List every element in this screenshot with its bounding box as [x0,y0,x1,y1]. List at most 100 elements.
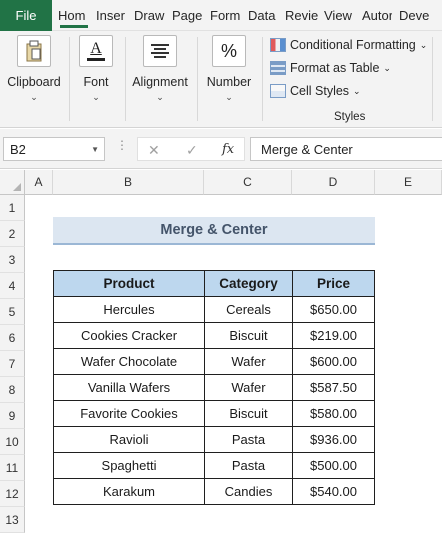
category-cell[interactable]: Wafer [204,348,293,375]
chevron-down-icon: ⌄ [353,85,361,96]
row-header-11[interactable]: 11 [0,455,25,481]
product-cell[interactable]: Vanilla Wafers [53,374,205,401]
tab-developer[interactable]: Deve [399,0,431,31]
row-header-5[interactable]: 5 [0,299,25,325]
table-row: Wafer Chocolate Wafer $600.00 [53,348,375,375]
row-header-1[interactable]: 1 [0,195,25,221]
worksheet-grid[interactable]: A B C D E 1 2 3 4 5 6 7 8 9 10 11 12 13 … [0,170,442,534]
price-cell[interactable]: $650.00 [292,296,375,323]
price-cell[interactable]: $219.00 [292,322,375,349]
category-cell[interactable]: Biscuit [204,322,293,349]
tab-file[interactable]: File [0,0,52,31]
conditional-formatting-button[interactable]: Conditional Formatting ⌄ [270,36,427,54]
price-cell[interactable]: $587.50 [292,374,375,401]
table-row: Vanilla Wafers Wafer $587.50 [53,374,375,401]
chevron-down-icon: ⌄ [419,39,428,50]
formula-bar: B2 ▼ ⋮ ✕ ✓ fx Merge & Center [0,129,442,169]
clipboard-icon [17,35,51,67]
column-header-e[interactable]: E [375,170,442,195]
tab-insert[interactable]: Inser [96,0,128,31]
row-header-8[interactable]: 8 [0,377,25,403]
price-cell[interactable]: $500.00 [292,452,375,479]
product-cell[interactable]: Favorite Cookies [53,400,205,427]
tab-review[interactable]: Revie [285,0,319,31]
enter-icon[interactable]: ✓ [186,142,198,159]
category-cell[interactable]: Biscuit [204,400,293,427]
tab-view[interactable]: View [324,0,354,31]
row-header-9[interactable]: 9 [0,403,25,429]
row-header-12[interactable]: 12 [0,481,25,507]
header-product[interactable]: Product [53,270,205,297]
alignment-label: Alignment [132,75,188,89]
tab-page-layout[interactable]: Page [172,0,204,31]
product-cell[interactable]: Ravioli [53,426,205,453]
price-cell[interactable]: $600.00 [292,348,375,375]
name-box[interactable]: B2 ▼ [3,137,105,161]
category-cell[interactable]: Pasta [204,452,293,479]
product-cell[interactable]: Hercules [53,296,205,323]
tab-data[interactable]: Data [248,0,278,31]
conditional-formatting-label: Conditional Formatting [290,38,416,52]
product-cell[interactable]: Spaghetti [53,452,205,479]
ribbon-divider [197,37,198,121]
row-header-2[interactable]: 2 [0,221,25,247]
format-as-table-label: Format as Table [290,61,380,75]
format-as-table-button[interactable]: Format as Table ⌄ [270,59,391,77]
row-header-10[interactable]: 10 [0,429,25,455]
merged-title-cell[interactable]: Merge & Center [53,217,375,245]
category-cell[interactable]: Wafer [204,374,293,401]
column-header-b[interactable]: B [53,170,204,195]
price-cell[interactable]: $540.00 [292,478,375,505]
category-cell[interactable]: Candies [204,478,293,505]
more-options-icon[interactable]: ⋮ [116,139,128,151]
table-header-row: Product Category Price [53,270,375,297]
clipboard-group[interactable]: Clipboard ⌄ [4,31,64,128]
tab-formulas[interactable]: Form [210,0,242,31]
formula-input[interactable]: Merge & Center [250,137,442,161]
row-header-4[interactable]: 4 [0,273,25,299]
chevron-down-icon: ⌄ [383,62,391,73]
table-row: Karakum Candies $540.00 [53,478,375,505]
font-glyph: A [90,40,102,57]
category-cell[interactable]: Cereals [204,296,293,323]
font-icon: A [79,35,113,67]
tab-automate[interactable]: Autor [362,0,392,31]
product-cell[interactable]: Cookies Cracker [53,322,205,349]
font-group[interactable]: A Font ⌄ [72,31,120,128]
header-price[interactable]: Price [292,270,375,297]
ribbon: Clipboard ⌄ A Font ⌄ Alignment ⌄ % Numbe… [0,31,442,128]
header-category[interactable]: Category [204,270,293,297]
chevron-down-icon[interactable]: ▼ [91,145,99,154]
percent-icon: % [212,35,246,67]
row-header-3[interactable]: 3 [0,247,25,273]
price-cell[interactable]: $580.00 [292,400,375,427]
ribbon-divider [432,37,442,121]
product-cell[interactable]: Karakum [53,478,205,505]
insert-function-icon[interactable]: fx [222,142,234,157]
cell-styles-button[interactable]: Cell Styles ⌄ [270,82,361,100]
category-cell[interactable]: Pasta [204,426,293,453]
format-as-table-icon [270,61,286,75]
select-all-button[interactable] [0,170,25,195]
tab-draw[interactable]: Draw [134,0,168,31]
product-cell[interactable]: Wafer Chocolate [53,348,205,375]
number-label: Number [206,75,252,89]
number-group[interactable]: % Number ⌄ [201,31,257,128]
column-header-c[interactable]: C [204,170,292,195]
row-header-13[interactable]: 13 [0,507,25,533]
table-row: Spaghetti Pasta $500.00 [53,452,375,479]
column-header-d[interactable]: D [292,170,375,195]
font-label: Font [83,75,109,89]
tab-home[interactable]: Hom [58,0,90,31]
percent-glyph: % [220,40,237,61]
table-row: Cookies Cracker Biscuit $219.00 [53,322,375,349]
cancel-icon[interactable]: ✕ [148,142,160,159]
row-header-6[interactable]: 6 [0,325,25,351]
chevron-down-icon: ⌄ [30,92,38,102]
ribbon-tab-bar: File Hom Inser Draw Page Form Data Revie… [0,0,442,31]
alignment-icon [143,35,177,67]
alignment-group[interactable]: Alignment ⌄ [128,31,192,128]
row-header-7[interactable]: 7 [0,351,25,377]
price-cell[interactable]: $936.00 [292,426,375,453]
column-header-a[interactable]: A [25,170,53,195]
